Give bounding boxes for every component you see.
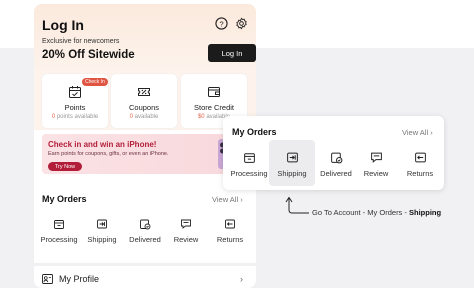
delivered-icon	[330, 152, 342, 164]
order-shipping[interactable]: Shipping	[86, 218, 118, 244]
zoom-order-returns[interactable]: Returns	[403, 151, 437, 178]
orders-title: My Orders	[42, 194, 87, 204]
zoom-order-shipping[interactable]: Shipping	[274, 151, 310, 178]
processing-box-icon	[54, 220, 64, 229]
check-in-badge[interactable]: Check In	[82, 78, 108, 86]
shipping-icon	[97, 219, 107, 229]
zoom-returns-label: Returns	[406, 169, 434, 178]
coupons-label: Coupons	[128, 103, 160, 112]
returns-icon	[225, 219, 235, 229]
coupons-card[interactable]: Coupons 0 available	[111, 74, 177, 128]
delivered-icon	[140, 219, 151, 230]
orders-zoom-card: My Orders View All › Processing Shipping…	[223, 116, 444, 190]
svg-text:?: ?	[219, 19, 223, 28]
gear-icon[interactable]	[235, 17, 248, 30]
try-now-button[interactable]: Try Now	[48, 162, 82, 171]
zoom-order-processing[interactable]: Processing	[229, 151, 269, 178]
points-card[interactable]: Check In Points 0 points available	[42, 74, 108, 128]
returns-label: Returns	[216, 235, 244, 244]
coupons-value: 0 available	[129, 114, 159, 120]
promo-subtitle: Exclusive for newcomers	[42, 38, 120, 45]
processing-box-icon	[243, 153, 255, 163]
zoom-orders-title: My Orders	[232, 127, 277, 137]
login-button[interactable]: Log In	[208, 44, 256, 62]
store-credit-label: Store Credit	[193, 103, 235, 112]
order-processing[interactable]: Processing	[40, 218, 78, 244]
banner-title: Check in and win an iPhone!	[48, 140, 157, 149]
review-icon	[181, 219, 191, 229]
banner-subtitle: Earn points for coupons, gifts, or even …	[48, 151, 169, 157]
login-title: Log In	[42, 17, 84, 33]
my-profile-link[interactable]: My Profile	[59, 274, 99, 284]
pointer-arrow-icon	[285, 196, 309, 214]
order-delivered[interactable]: Delivered	[128, 218, 162, 244]
navigation-hint: Go To Account - My Orders - Shipping	[312, 208, 442, 217]
zoom-delivered-label: Delivered	[320, 169, 352, 178]
coupon-icon	[138, 88, 150, 96]
zoom-order-delivered[interactable]: Delivered	[317, 151, 355, 178]
order-review[interactable]: Review	[172, 218, 200, 244]
processing-label: Processing	[40, 235, 78, 244]
wallet-icon	[208, 87, 220, 97]
shipping-label: Shipping	[87, 235, 117, 244]
zoom-shipping-label: Shipping	[277, 169, 307, 178]
points-label: Points	[64, 103, 86, 112]
profile-card-icon	[42, 274, 53, 284]
zoom-review-label: Review	[363, 169, 389, 178]
shipping-icon	[286, 152, 298, 163]
zoom-order-review[interactable]: Review	[361, 151, 391, 178]
zoom-view-all[interactable]: View All ›	[402, 128, 433, 137]
order-returns[interactable]: Returns	[214, 218, 246, 244]
review-label: Review	[173, 235, 199, 244]
promo-title: 20% Off Sitewide	[42, 49, 135, 61]
section-divider	[34, 263, 256, 266]
zoom-processing-label: Processing	[230, 169, 268, 178]
returns-icon	[414, 152, 426, 163]
calendar-check-icon	[69, 86, 81, 98]
orders-view-all[interactable]: View All ›	[212, 195, 243, 204]
chevron-right-icon: ›	[240, 274, 243, 284]
help-icon[interactable]: ?	[215, 17, 228, 30]
points-value: 0 points available	[51, 114, 99, 120]
review-icon	[370, 152, 382, 163]
delivered-label: Delivered	[129, 235, 161, 244]
